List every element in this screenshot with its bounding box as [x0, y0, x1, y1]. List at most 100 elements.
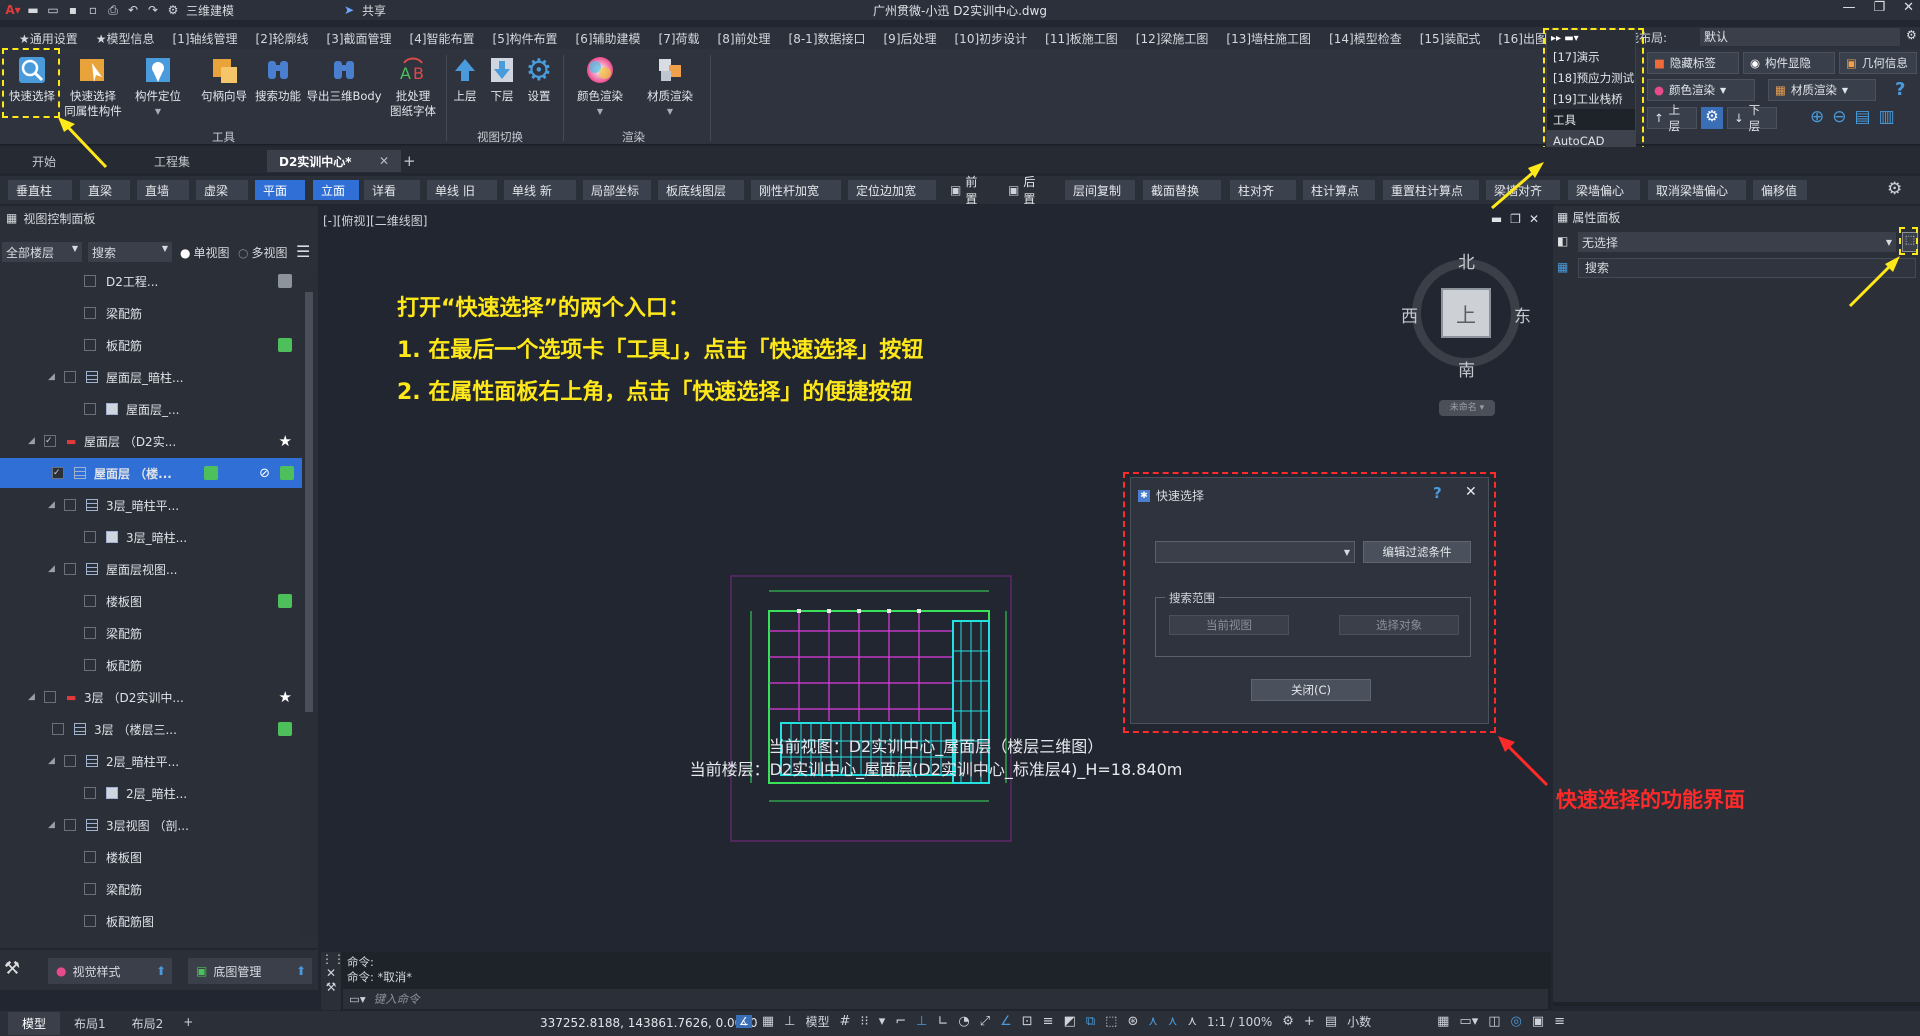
- tree-checkbox[interactable]: [84, 787, 96, 799]
- share-label[interactable]: 共享: [362, 2, 386, 19]
- toolbar-button[interactable]: 取消梁墙偏心: [1648, 180, 1746, 200]
- star-icon[interactable]: ★: [279, 688, 292, 706]
- tree-checkbox[interactable]: [64, 819, 76, 831]
- tree-item[interactable]: 2层_暗柱...: [0, 778, 300, 808]
- search-function-button[interactable]: 搜索功能: [250, 53, 306, 104]
- material-render-dropdown[interactable]: ▦ 材质渲染 ▼: [1768, 79, 1876, 101]
- toolbar-button[interactable]: 定位边加宽: [848, 180, 936, 200]
- tree-checkbox[interactable]: [64, 371, 76, 383]
- tab-layout2[interactable]: 布局2: [120, 1012, 176, 1035]
- clean-screen-icon[interactable]: ▣: [1532, 1014, 1544, 1029]
- minimize-icon[interactable]: —: [1842, 0, 1855, 15]
- status-icon[interactable]: [278, 594, 292, 608]
- plus-icon[interactable]: +: [1304, 1014, 1315, 1029]
- tree-item[interactable]: D2工程...: [0, 274, 300, 296]
- tree-checkbox[interactable]: [64, 563, 76, 575]
- compass-north[interactable]: 北: [1458, 248, 1475, 273]
- viewport-label[interactable]: [-][俯视][二维线图]: [323, 212, 427, 229]
- compass-west[interactable]: 西: [1401, 302, 1418, 327]
- share-icon[interactable]: ➤: [342, 3, 356, 17]
- tree-checkbox[interactable]: [52, 723, 64, 735]
- tree-item[interactable]: ✓ 屋面层 （楼... ⊘: [0, 458, 302, 488]
- tree-item[interactable]: 板配筋: [0, 650, 300, 680]
- custom-icon[interactable]: ≡: [1554, 1014, 1565, 1029]
- tree-checkbox[interactable]: [84, 883, 96, 895]
- component-visibility-button[interactable]: ◉ 构件显隐: [1743, 52, 1835, 74]
- toolbar-button[interactable]: 板底线图层: [658, 180, 744, 200]
- snap-icon[interactable]: ∡: [736, 1015, 752, 1028]
- redo-icon[interactable]: ↷: [146, 3, 160, 17]
- toolbar-button[interactable]: 单线 新: [504, 180, 576, 200]
- toolbar-button[interactable]: 柱对齐: [1230, 180, 1296, 200]
- compass-south[interactable]: 南: [1458, 356, 1475, 381]
- wrench-icon[interactable]: ⚒: [321, 980, 341, 994]
- quick-props-icon[interactable]: ▦: [1437, 1014, 1449, 1029]
- toolbar-button[interactable]: 偏移值: [1753, 180, 1807, 200]
- color-render-dropdown[interactable]: ● 颜色渲染 ▼: [1647, 79, 1755, 101]
- tree-checkbox[interactable]: [84, 659, 96, 671]
- tools-icon[interactable]: ⚒: [4, 958, 34, 984]
- tree-checkbox[interactable]: ✓: [44, 435, 56, 447]
- menu-item[interactable]: [1]轴线管理: [164, 30, 247, 47]
- down-floor-button[interactable]: 下层: [485, 53, 519, 104]
- tree-checkbox[interactable]: [84, 275, 96, 287]
- tree-item[interactable]: 楼板图: [0, 842, 300, 872]
- app-logo-icon[interactable]: A▾: [5, 3, 20, 17]
- tree-scrollbar[interactable]: [302, 274, 316, 938]
- tree-item[interactable]: 板配筋: [0, 330, 300, 360]
- tree-item[interactable]: ◢ ▬ 3层 （D2实训中... ★: [0, 682, 300, 712]
- gear-icon[interactable]: ⚙: [1701, 107, 1723, 129]
- up-floor-small-button[interactable]: ↑ 上层: [1647, 103, 1697, 133]
- menu-item[interactable]: [8-1]数据接口: [780, 30, 875, 47]
- help-icon[interactable]: ?: [1895, 79, 1917, 101]
- dyn-icon[interactable]: ⊡: [1022, 1014, 1033, 1029]
- tree-checkbox[interactable]: [84, 595, 96, 607]
- toolbar-button[interactable]: 梁墙对齐: [1486, 180, 1560, 200]
- close-icon[interactable]: ✕: [1903, 0, 1914, 15]
- toolbar-button[interactable]: ▣ 后置: [1000, 175, 1052, 206]
- view-cube-top[interactable]: 上: [1441, 288, 1491, 338]
- tree-item[interactable]: 屋面层_...: [0, 394, 300, 424]
- menu-item[interactable]: [7]荷载: [650, 30, 709, 47]
- tab-d2-center[interactable]: D2实训中心* ✕: [267, 150, 401, 172]
- hardware-accel-icon[interactable]: ◎: [1511, 1014, 1522, 1029]
- menu-item[interactable]: [15]装配式: [1411, 30, 1490, 47]
- tab-model[interactable]: 模型: [8, 1012, 61, 1035]
- undo-icon[interactable]: ↶: [126, 3, 140, 17]
- toolbar-button[interactable]: 刚性杆加宽: [751, 180, 841, 200]
- selection-cycle-icon[interactable]: ⧉: [1086, 1014, 1095, 1029]
- tree-checkbox[interactable]: [84, 627, 96, 639]
- expand-triangle-icon[interactable]: ◢: [48, 372, 60, 382]
- visibility-icon[interactable]: ⊘: [259, 466, 270, 481]
- gizmo-icon[interactable]: ⊛: [1127, 1014, 1138, 1029]
- save-icon[interactable]: ▪: [66, 3, 80, 17]
- export-3d-body-button[interactable]: 导出三维Body: [304, 53, 384, 104]
- single-view-radio[interactable]: ● 单视图: [180, 244, 230, 261]
- otrack-icon[interactable]: ∠: [1000, 1014, 1012, 1029]
- handle-wizard-button[interactable]: 句柄向导: [196, 53, 252, 104]
- minimize-icon[interactable]: ▬: [1491, 212, 1502, 226]
- toolbar-button[interactable]: 平面: [255, 180, 305, 200]
- toolbar-button[interactable]: 立面: [313, 180, 359, 200]
- restore-icon[interactable]: ❐: [1873, 0, 1885, 15]
- expand-triangle-icon[interactable]: ◢: [48, 500, 60, 510]
- tree-item[interactable]: ◢ 3层视图 （剖...: [0, 810, 300, 840]
- annotation-scale-icon[interactable]: ⋏: [1187, 1014, 1197, 1029]
- gear-icon[interactable]: ⚙: [166, 3, 180, 17]
- grid-icon[interactable]: ▦: [762, 1014, 774, 1029]
- layout-select[interactable]: 默认: [1700, 28, 1900, 46]
- toolbar-button[interactable]: 重置柱计算点: [1383, 180, 1479, 200]
- tree-item[interactable]: ◢ 屋面层_暗柱...: [0, 362, 300, 392]
- menu-item[interactable]: [3]截面管理: [318, 30, 401, 47]
- status-icon[interactable]: [278, 274, 292, 288]
- close-icon[interactable]: ✕: [1529, 212, 1539, 226]
- toolbar-button[interactable]: 局部坐标: [583, 180, 651, 200]
- toolbar-button[interactable]: 柱计算点: [1303, 180, 1375, 200]
- tree-item[interactable]: ◢ 3层_暗柱平...: [0, 490, 300, 520]
- toolbar-button[interactable]: 垂直柱: [8, 180, 72, 200]
- command-input[interactable]: ▭▾ 键入命令: [343, 989, 1548, 1009]
- menu-item[interactable]: [4]智能布置: [401, 30, 484, 47]
- chevron-down-icon[interactable]: ▾: [879, 1014, 886, 1029]
- view-settings-button[interactable]: ⚙ 设置: [522, 53, 556, 104]
- tree-checkbox[interactable]: ✓: [52, 467, 64, 479]
